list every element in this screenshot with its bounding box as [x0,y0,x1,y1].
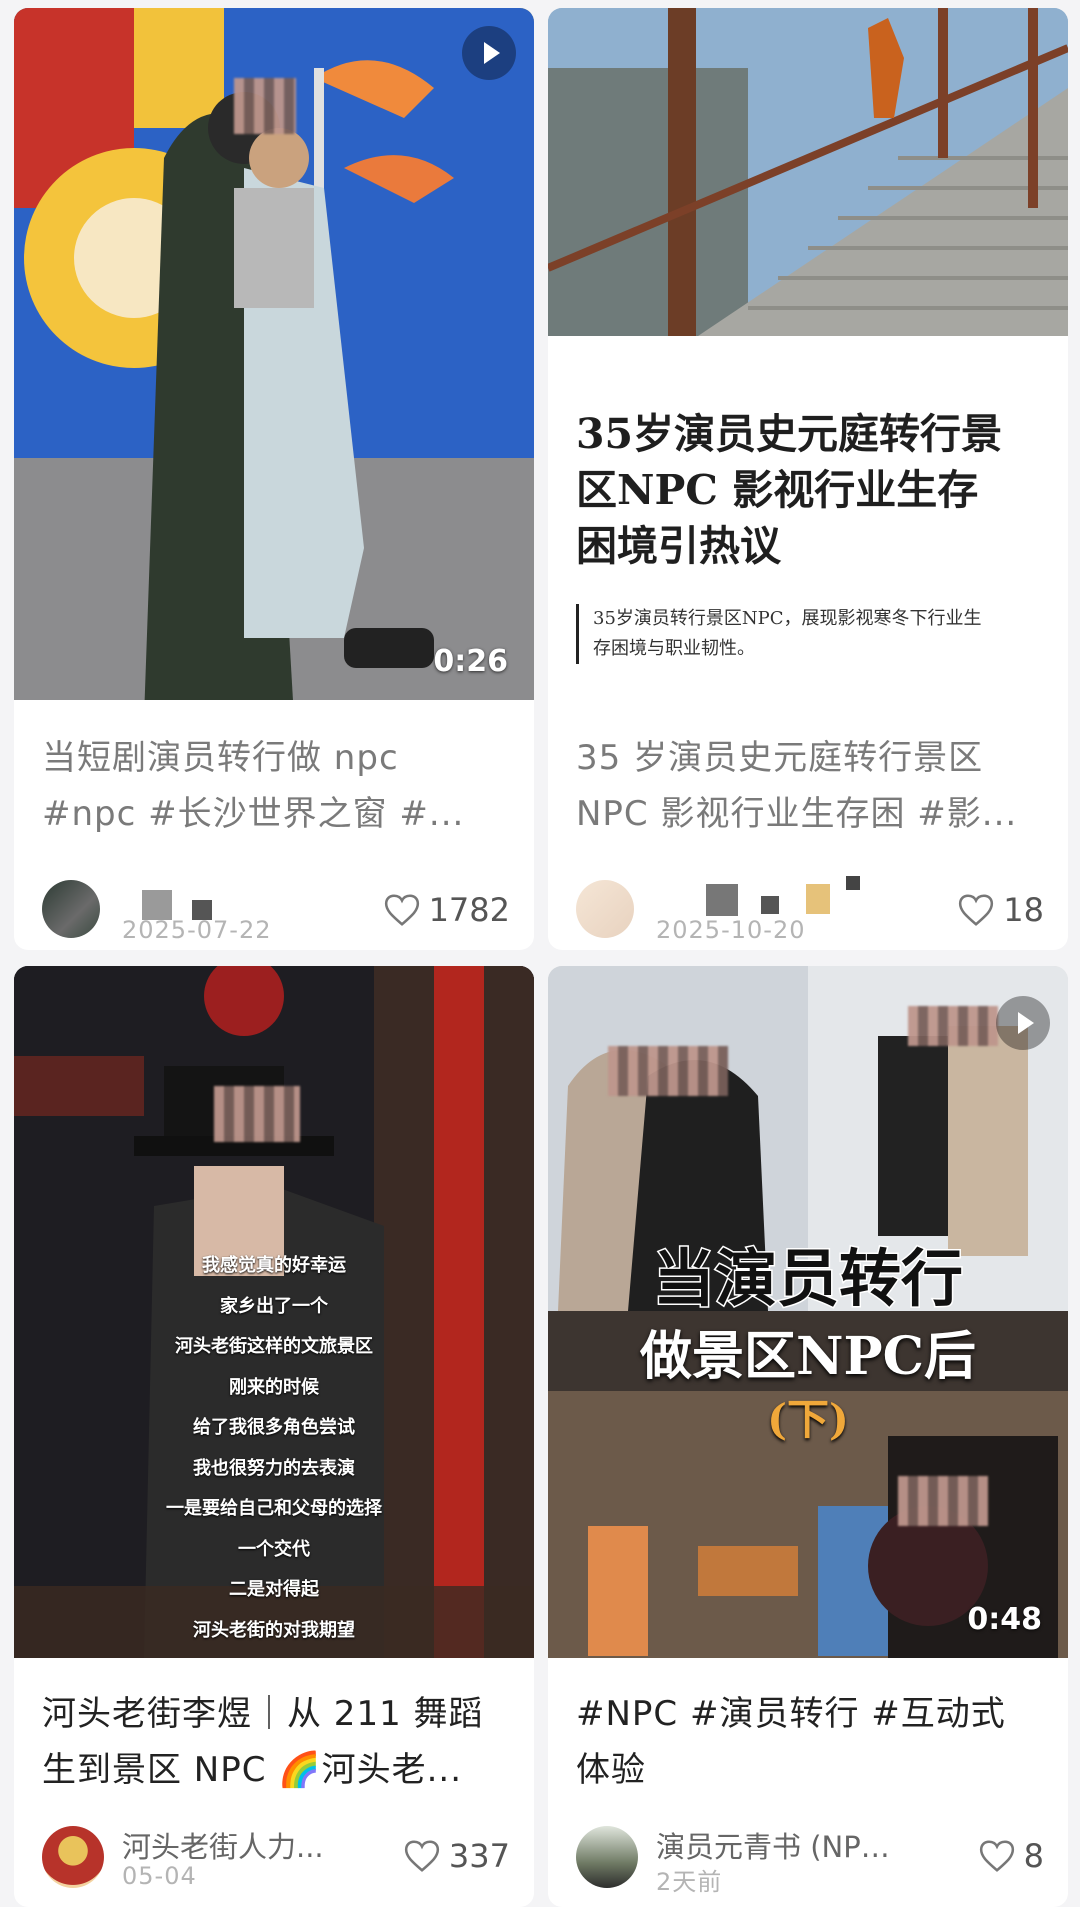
blurred-face [234,78,296,134]
article-summary: 35岁演员转行景区NPC，展现影视寒冬下行业生 存困境与职业韧性。 [576,604,1048,664]
blurred-author-name [806,884,830,914]
card-title[interactable]: 当短剧演员转行做 npc #npc #长沙世界之窗 #... [42,730,506,842]
video-thumbnail[interactable]: 当演员转行 做景区NPC后 (下) 0:48 [548,966,1068,1658]
card-title[interactable]: 河头老街李煜｜从 211 舞蹈 生到景区 NPC 🌈河头老... [42,1686,506,1798]
post-date: 05-04 [122,1862,197,1890]
card-meta: 2025-10-20 18 [576,876,1044,946]
article-card[interactable]: 35岁演员史元庭转行景 区NPC 影视行业生存 困境引热议 35岁演员转行景区N… [548,8,1068,950]
video-thumbnail[interactable]: 我感觉真的好幸运 家乡出了一个 河头老街这样的文旅景区 刚来的时候 给了我很多角… [14,966,534,1658]
blurred-author-name [846,876,860,890]
like-button[interactable]: 337 [403,1836,510,1876]
heart-outline-icon [979,1840,1014,1872]
like-count: 8 [1023,1837,1044,1875]
avatar[interactable] [42,880,100,938]
card-title[interactable]: 35 岁演员史元庭转行景区 NPC 影视行业生存困 #影... [576,730,1040,842]
thumbnail-scene [548,8,1068,336]
play-icon [484,42,500,64]
post-date: 2025-10-20 [656,916,806,944]
play-badge[interactable] [996,996,1050,1050]
author-name[interactable]: 演员元青书 (NPC... [656,1824,896,1866]
like-count: 18 [1003,891,1044,929]
heart-outline-icon [959,894,994,926]
avatar[interactable] [576,1826,638,1888]
video-card[interactable]: 当演员转行 做景区NPC后 (下) 0:48 #NPC #演员转行 #互动式 体… [548,966,1068,1907]
masonry-feed: 0:26 当短剧演员转行做 npc #npc #长沙世界之窗 #... 2025… [0,0,1080,1907]
like-button[interactable]: 18 [957,890,1044,930]
like-button[interactable]: 8 [978,1836,1044,1876]
heart-outline-icon [384,894,419,926]
blurred-face [908,1006,998,1046]
video-thumbnail[interactable]: 0:26 [14,8,534,700]
like-count: 1782 [428,891,510,929]
post-date: 2天前 [656,1868,723,1896]
like-button[interactable]: 1782 [383,890,510,930]
article-headline: 35岁演员史元庭转行景 区NPC 影视行业生存 困境引热议 [576,410,1003,570]
blurred-face [898,1476,988,1526]
play-badge[interactable] [462,26,516,80]
video-subtitles: 我感觉真的好幸运 家乡出了一个 河头老街这样的文旅景区 刚来的时候 给了我很多角… [166,1255,382,1641]
card-meta: 演员元青书 (NPC... 2天前 8 [576,1822,1044,1896]
blurred-face [608,1046,728,1096]
video-card[interactable]: 0:26 当短剧演员转行做 npc #npc #长沙世界之窗 #... 2025… [14,8,534,950]
card-title[interactable]: #NPC #演员转行 #互动式 体验 [576,1686,1040,1798]
avatar[interactable] [576,880,634,938]
post-date: 2025-07-22 [122,916,272,944]
card-meta: 2025-07-22 1782 [42,876,510,946]
heart-outline-icon [404,1840,440,1872]
card-meta: 河头老街人力... 05-04 337 [42,1822,510,1892]
video-duration: 0:26 [433,644,508,679]
avatar[interactable] [42,1826,104,1888]
blurred-author-name [761,896,779,914]
play-icon [1018,1012,1034,1034]
blurred-author-name [706,884,738,916]
video-overlay-title: 当演员转行 做景区NPC后 (下) [639,1241,977,1445]
article-cover-image[interactable] [548,8,1068,336]
video-card[interactable]: 我感觉真的好幸运 家乡出了一个 河头老街这样的文旅景区 刚来的时候 给了我很多角… [14,966,534,1907]
video-duration: 0:48 [967,1602,1042,1637]
blurred-face [214,1086,300,1142]
like-count: 337 [448,1837,510,1875]
author-name[interactable]: 河头老街人力... [122,1824,362,1866]
